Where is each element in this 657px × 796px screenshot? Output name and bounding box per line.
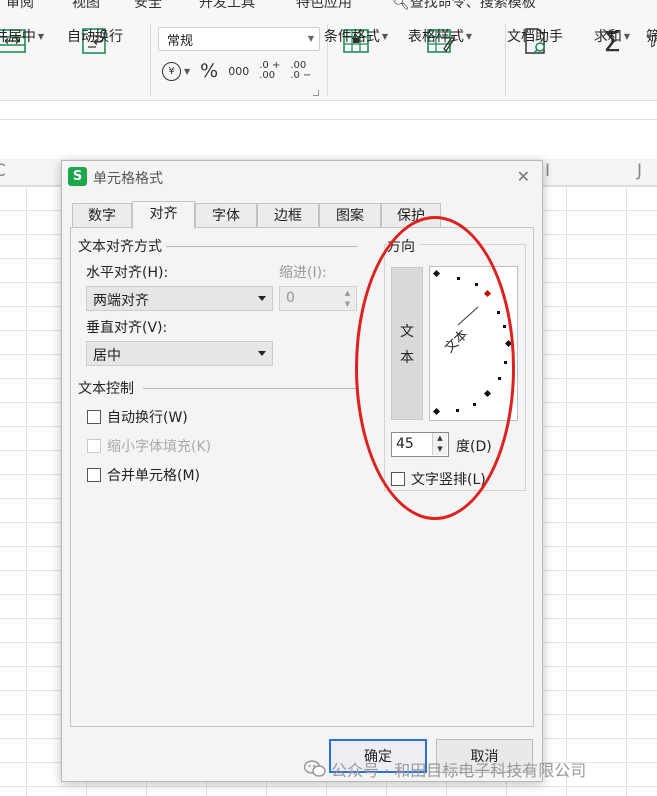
table-style-label: 表格样式 [407, 29, 464, 45]
indent-label: 缩进(I): [279, 265, 327, 281]
column-header-j[interactable]: J [637, 161, 642, 181]
chevron-down-icon: ▼ [465, 31, 473, 41]
close-icon[interactable]: ✕ [517, 167, 530, 186]
number-format-buttons: ¥ ▼ % 000 .0 + .00 .00 .0 − [162, 60, 311, 82]
indent-value: 0 [286, 290, 295, 306]
watermark-text: 公众号 · 和田目标电子科技有限公司 [331, 761, 587, 780]
dialog-title: 单元格格式 [93, 171, 163, 187]
filter-label: 筛 [646, 29, 657, 45]
text-control-group-title: 文本控制 [78, 378, 138, 398]
filter-button[interactable]: 筛 [646, 26, 657, 62]
column-header-i[interactable]: I [545, 161, 550, 181]
chevron-down-icon: ▼ [623, 31, 631, 41]
menu-special[interactable]: 特色应用 [296, 0, 352, 12]
wrap-text-ribbon-label: 自动换行 [67, 29, 123, 45]
ribbon-toolbar: 合并居中▼ 自动换行 常规 ▼ ¥ ▼ % 000 .0 + .00 .00 .… [0, 12, 657, 101]
vertical-align-select[interactable]: 居中 [86, 341, 273, 366]
sum-label: 求和 [593, 29, 622, 45]
merge-cells-checkbox[interactable]: 合并单元格(M) [87, 465, 200, 485]
checkbox-box[interactable] [87, 468, 101, 482]
checkbox-box[interactable] [87, 410, 101, 424]
tab-alignment[interactable]: 对齐 [132, 201, 195, 229]
tab-border[interactable]: 边框 [257, 203, 319, 228]
dialog-titlebar[interactable]: S 单元格格式 ✕ [62, 161, 542, 193]
formula-bar[interactable] [0, 101, 657, 120]
wps-sheets-icon: S [68, 167, 87, 186]
tab-font[interactable]: 字体 [195, 203, 257, 228]
merge-center-label: 合并居中 [0, 29, 36, 45]
text-alignment-group-title: 文本对齐方式 [78, 236, 166, 256]
menu-security[interactable]: 安全 [134, 0, 162, 12]
horizontal-align-value: 两端对齐 [93, 293, 149, 309]
watermark: 公众号 · 和田目标电子科技有限公司 [303, 757, 587, 781]
chevron-down-icon: ▼ [307, 34, 314, 43]
spin-down-icon[interactable]: ▼ [341, 299, 354, 309]
doc-assistant-button[interactable]: 文档助手 [507, 26, 563, 62]
vertical-align-value: 居中 [93, 348, 121, 364]
ribbon-divider [505, 24, 506, 96]
table-style-button[interactable]: 表格样式 ▼ [408, 26, 472, 62]
chevron-down-icon: ▼ [381, 31, 389, 41]
shrink-to-fit-checkbox: 缩小字体填充(K) [87, 436, 211, 456]
horizontal-align-label: 水平对齐(H): [86, 265, 169, 281]
conditional-format-label: 条件格式 [323, 29, 380, 45]
horizontal-align-select[interactable]: 两端对齐 [86, 286, 273, 311]
chevron-down-icon: ▼ [184, 66, 191, 76]
sum-button[interactable]: Σ 求和 ▼ [593, 25, 631, 62]
wechat-icon [303, 760, 326, 778]
decrease-decimal-button[interactable]: .00 .0 − [290, 61, 311, 81]
wrap-text-ribbon-button[interactable]: 自动换行 [67, 26, 123, 62]
search-icon: 🔍︎ [392, 0, 410, 11]
chevron-down-icon [258, 296, 266, 301]
menu-view[interactable]: 视图 [72, 0, 100, 12]
indent-stepper[interactable]: 0 ▲ ▼ [279, 286, 357, 311]
dialog-launcher-icon[interactable] [313, 90, 319, 96]
shrink-to-fit-label: 缩小字体填充(K) [107, 439, 212, 455]
ribbon-divider [150, 24, 151, 96]
percent-button[interactable]: % [200, 60, 218, 82]
wrap-text-label: 自动换行(W) [107, 410, 188, 426]
number-format-select[interactable]: 常规 ▼ [158, 27, 320, 51]
merge-center-button[interactable]: 合并居中▼ [0, 26, 44, 62]
menu-bar: 审阅 视图 安全 开发工具 特色应用 🔍︎查找命令、搜索模板 [0, 0, 657, 12]
currency-button[interactable]: ¥ ▼ [162, 61, 191, 81]
merge-cells-label: 合并单元格(M) [107, 468, 201, 484]
command-search[interactable]: 🔍︎查找命令、搜索模板 [392, 0, 536, 12]
chevron-down-icon [258, 351, 266, 356]
conditional-format-button[interactable]: 条件格式 ▼ [324, 26, 388, 62]
tab-number[interactable]: 数字 [72, 203, 132, 228]
chevron-down-icon: ▼ [37, 31, 45, 41]
column-header-c[interactable]: C [0, 161, 6, 181]
annotation-ellipse [355, 216, 515, 520]
tab-pattern[interactable]: 图案 [319, 203, 381, 228]
checkbox-box [87, 439, 101, 453]
menu-review[interactable]: 审阅 [6, 0, 34, 12]
group-divider [143, 388, 357, 389]
vertical-align-label: 垂直对齐(V): [86, 320, 168, 336]
menu-developer[interactable]: 开发工具 [199, 0, 255, 12]
thousands-button[interactable]: 000 [228, 65, 249, 78]
increase-decimal-button[interactable]: .0 + .00 [259, 61, 280, 81]
spin-up-icon[interactable]: ▲ [341, 288, 354, 298]
number-format-value: 常规 [167, 34, 194, 49]
wrap-text-checkbox[interactable]: 自动换行(W) [87, 407, 188, 427]
currency-icon: ¥ [162, 61, 181, 81]
doc-assistant-label: 文档助手 [507, 29, 563, 45]
group-divider [161, 246, 357, 247]
